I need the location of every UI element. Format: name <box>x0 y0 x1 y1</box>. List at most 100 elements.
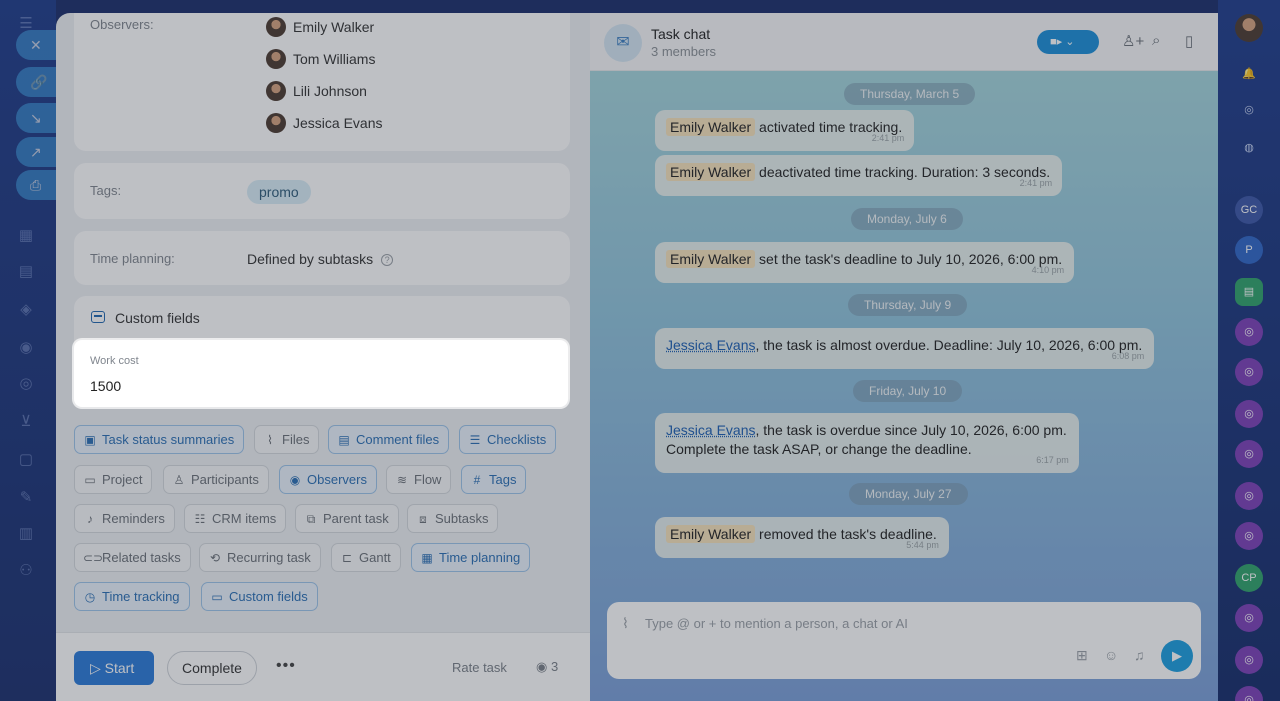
chip-custom-fields[interactable]: ▭ Custom fields <box>201 582 318 611</box>
mention[interactable]: Emily Walker <box>666 250 756 268</box>
more-icon[interactable]: ••• <box>276 657 296 675</box>
chip-participants[interactable]: ♙ Participants <box>163 465 269 494</box>
chip-subtasks[interactable]: ⧈ Subtasks <box>407 504 499 533</box>
chat-members[interactable]: 3 members <box>651 44 716 59</box>
date-divider: Thursday, March 5 <box>844 83 976 105</box>
observer-item[interactable]: Emily Walker <box>266 16 374 38</box>
chat-message: Emily Walker activated time tracking. 2:4… <box>655 110 915 151</box>
emoji-icon[interactable]: ☺ <box>1104 647 1118 663</box>
apps-icon[interactable]: ⊞ <box>1076 647 1088 664</box>
chart-icon[interactable]: ▥ <box>16 524 36 544</box>
bell-icon[interactable]: 🔔 <box>1235 60 1263 88</box>
chip-observers[interactable]: ◉ Observers <box>279 465 377 494</box>
mention[interactable]: Emily Walker <box>666 118 756 136</box>
bell-icon: ♪ <box>87 512 93 526</box>
observer-item[interactable]: Lili Johnson <box>266 80 367 102</box>
chat-message: Emily Walker set the task's deadline to … <box>655 242 1075 283</box>
help-icon[interactable]: ? <box>381 254 394 266</box>
chip-comment-files[interactable]: ▤ Comment files <box>328 425 450 454</box>
users-icon[interactable]: ⚇ <box>16 561 36 581</box>
send-button[interactable]: ▶ <box>1161 640 1193 672</box>
chip-time-planning[interactable]: ▦ Time planning <box>411 543 531 572</box>
chip-crm-items[interactable]: ☷ CRM items <box>184 504 287 533</box>
chip-recurring-task[interactable]: ⟲ Recurring task <box>199 543 321 572</box>
chat-badge[interactable]: ◎ <box>1235 522 1263 550</box>
link-icon: ⊂⊃ <box>83 551 104 565</box>
chat-badge[interactable]: ◎ <box>1235 604 1263 632</box>
play-icon: ▷ <box>90 660 105 676</box>
chip-gantt[interactable]: ⊏ Gantt <box>331 543 401 572</box>
work-cost-field[interactable]: Work cost 1500 <box>74 340 568 407</box>
message-time: 4:10 pm <box>1031 265 1065 275</box>
mention-link[interactable]: Jessica Evans <box>666 337 755 353</box>
chevron-down-icon[interactable]: ⌄ <box>1065 36 1074 48</box>
document-icon[interactable]: ▢ <box>16 450 36 470</box>
observer-item[interactable]: Jessica Evans <box>266 112 382 134</box>
calendar-icon[interactable]: ▦ <box>16 226 36 246</box>
chip-project[interactable]: ▭ Project <box>74 465 153 494</box>
time-planning-card: Time planning: Defined by subtasks? <box>74 231 570 285</box>
chat-badge-cp[interactable]: CP <box>1235 564 1263 592</box>
sidebar-toggle-icon[interactable]: ▯ <box>1185 32 1193 50</box>
printer-icon[interactable]: ⎙ <box>16 170 56 200</box>
chat-input[interactable]: ⌇ Type @ or + to mention a person, a cha… <box>607 602 1201 679</box>
chat-badge[interactable]: ◎ <box>1235 400 1263 428</box>
search-icon[interactable]: ⌕ <box>1152 32 1160 49</box>
external-link-icon[interactable]: ↗ <box>16 137 56 167</box>
link-icon[interactable]: 🔗 <box>16 67 56 97</box>
chat-badge[interactable]: ◎ <box>1235 358 1263 386</box>
work-cost-value[interactable]: 1500 <box>90 378 121 394</box>
rate-task-link[interactable]: Rate task <box>452 660 507 675</box>
target-icon[interactable]: ◎ <box>16 374 36 394</box>
views-counter[interactable]: ◉ 3 <box>536 659 558 675</box>
paperclip-icon[interactable]: ⌇ <box>622 615 629 632</box>
chat-badge[interactable]: ◎ <box>1235 646 1263 674</box>
person-icon: ♙ <box>173 473 185 487</box>
mention-link[interactable]: Jessica Evans <box>666 422 755 438</box>
tags-card: Tags: promo <box>74 163 570 219</box>
chip-related-tasks[interactable]: ⊂⊃Related tasks <box>74 543 191 572</box>
time-planning-value[interactable]: Defined by subtasks? <box>247 251 394 267</box>
chip-task-status-summaries[interactable]: ▣ Task status summaries <box>74 425 245 454</box>
video-call-button[interactable]: ■▸ ⌄ <box>1037 30 1099 54</box>
tags-label: Tags: <box>90 183 122 198</box>
cart-icon[interactable]: ⊻ <box>16 412 36 432</box>
gantt-icon: ⊏ <box>341 551 353 565</box>
chip-checklists[interactable]: ☰ Checklists <box>459 425 557 454</box>
box-icon[interactable]: ◈ <box>16 300 36 320</box>
download-icon[interactable]: ↘ <box>16 103 56 133</box>
chip-parent-task[interactable]: ⧉ Parent task <box>295 504 399 533</box>
support-icon[interactable]: ◍ <box>1235 134 1263 162</box>
mention[interactable]: Emily Walker <box>666 525 756 543</box>
copilot-icon[interactable]: ◎ <box>1235 96 1263 124</box>
chip-files[interactable]: ⌇ Files <box>254 425 320 454</box>
chat-badge[interactable]: ◎ <box>1235 686 1263 701</box>
chat-badge[interactable]: ◎ <box>1235 440 1263 468</box>
task-chat-panel: ✉ Task chat 3 members ■▸ ⌄ ♙+ ⌕ ▯ Thursd… <box>590 13 1218 701</box>
microphone-icon[interactable]: ♫ <box>1134 647 1145 663</box>
chat-badge-gc[interactable]: GC <box>1235 196 1263 224</box>
right-rail: 🔔 ◎ ◍ GC P ▤ ◎ ◎ ◎ ◎ ◎ ◎ CP ◎ ◎ ◎ <box>1218 0 1280 701</box>
message-time: 2:41 pm <box>1019 178 1053 188</box>
chat-badge-p[interactable]: P <box>1235 236 1263 264</box>
chat-badge-image[interactable]: ▤ <box>1235 278 1263 306</box>
user-avatar[interactable] <box>1235 14 1263 42</box>
chip-flow[interactable]: ≋ Flow <box>386 465 452 494</box>
chip-tags[interactable]: # Tags <box>461 465 527 494</box>
store-icon[interactable]: ▤ <box>16 262 36 282</box>
chat-badge[interactable]: ◎ <box>1235 318 1263 346</box>
tag-chip[interactable]: promo <box>247 180 311 204</box>
mention[interactable]: Emily Walker <box>666 163 756 181</box>
add-user-icon[interactable]: ♙+ <box>1122 32 1144 50</box>
chat-badge[interactable]: ◎ <box>1235 482 1263 510</box>
complete-button[interactable]: Complete <box>167 651 257 685</box>
start-button[interactable]: ▷ Start <box>74 651 154 685</box>
chip-reminders[interactable]: ♪ Reminders <box>74 504 175 533</box>
pen-icon[interactable]: ✎ <box>16 488 36 508</box>
avatar <box>266 113 286 133</box>
observer-item[interactable]: Tom Williams <box>266 48 375 70</box>
close-icon[interactable]: ✕ <box>16 30 56 60</box>
shield-icon[interactable]: ◉ <box>16 338 36 358</box>
message-time: 5:44 pm <box>906 540 939 550</box>
chip-time-tracking[interactable]: ◷ Time tracking <box>74 582 190 611</box>
